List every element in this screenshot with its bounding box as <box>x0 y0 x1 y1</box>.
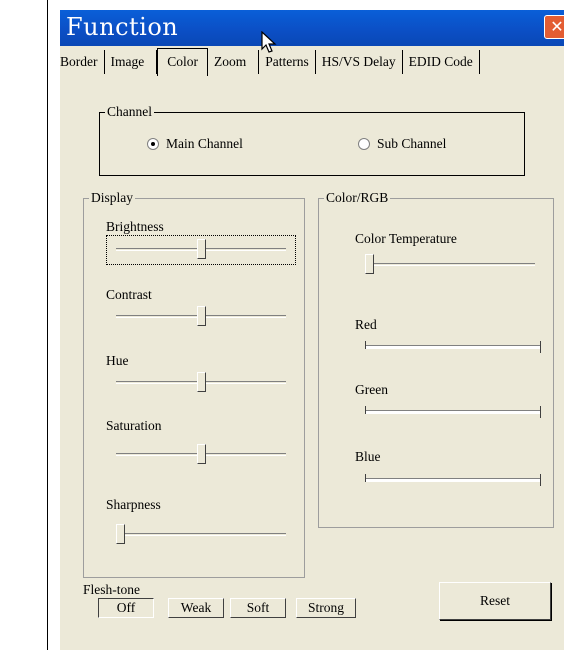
flesh-tone-strong-button[interactable]: Strong <box>296 598 356 618</box>
tab-zoom[interactable]: Zoom <box>208 50 260 74</box>
tab-border[interactable]: Border <box>60 50 105 74</box>
slider-thumb[interactable] <box>197 372 206 392</box>
main-channel-label: Main Channel <box>166 136 243 151</box>
left-border-line <box>47 0 48 650</box>
tab-hs-vs-delay[interactable]: HS/VS Delay <box>316 50 403 74</box>
function-dialog: Function ✕ Border Image Color Zoom Patte… <box>60 10 564 650</box>
flesh-tone-soft-button[interactable]: Soft <box>230 598 286 618</box>
slider-track <box>365 263 535 266</box>
contrast-slider[interactable] <box>116 306 286 328</box>
flesh-tone-off-button[interactable]: Off <box>98 598 154 618</box>
tab-edid-code[interactable]: EDID Code <box>403 50 480 74</box>
sharpness-label: Sharpness <box>106 497 161 512</box>
tab-image[interactable]: Image <box>105 50 158 74</box>
slider-thumb[interactable] <box>197 306 206 326</box>
main-channel-radio[interactable]: Main Channel <box>147 136 243 152</box>
blue-label: Blue <box>355 449 381 464</box>
green-label: Green <box>355 382 388 397</box>
sub-channel-radio[interactable]: Sub Channel <box>358 136 446 152</box>
close-button[interactable]: ✕ <box>544 15 564 39</box>
radio-unchecked-icon <box>358 138 370 150</box>
slider-track <box>116 533 286 536</box>
red-slider[interactable] <box>365 336 541 358</box>
brightness-slider[interactable] <box>116 239 286 261</box>
flesh-tone-weak-button[interactable]: Weak <box>168 598 224 618</box>
channel-group: Channel Main Channel Sub Channel <box>99 104 525 176</box>
brightness-label: Brightness <box>106 219 164 234</box>
sub-channel-label: Sub Channel <box>377 136 447 151</box>
window-title: Function <box>66 13 179 41</box>
slider-track <box>365 478 541 482</box>
slider-thumb[interactable] <box>540 341 541 353</box>
color-temperature-label: Color Temperature <box>355 231 457 246</box>
channel-group-title: Channel <box>105 104 154 120</box>
slider-track <box>365 410 541 414</box>
mouse-pointer-icon <box>261 31 277 53</box>
tab-strip: Border Image Color Zoom Patterns HS/VS D… <box>60 48 564 76</box>
radio-checked-icon <box>147 138 159 150</box>
flesh-tone-label: Flesh-tone <box>83 582 140 597</box>
slider-min-tick <box>365 341 366 349</box>
color-rgb-group: Color/RGB Color Temperature Red Green Bl… <box>318 190 554 528</box>
display-group: Display Brightness Contrast Hue Saturati… <box>83 190 305 578</box>
title-bar[interactable]: Function ✕ <box>60 10 564 46</box>
blue-slider[interactable] <box>365 469 541 491</box>
tab-color[interactable]: Color <box>157 48 208 76</box>
color-temperature-slider[interactable] <box>365 254 535 276</box>
slider-min-tick <box>365 406 366 414</box>
green-slider[interactable] <box>365 401 541 423</box>
hue-label: Hue <box>106 353 129 368</box>
red-label: Red <box>355 317 377 332</box>
sharpness-slider[interactable] <box>116 524 286 546</box>
display-group-title: Display <box>89 190 135 206</box>
slider-thumb[interactable] <box>540 406 541 418</box>
saturation-slider[interactable] <box>116 444 286 466</box>
close-icon: ✕ <box>550 17 564 36</box>
color-rgb-group-title: Color/RGB <box>324 190 391 206</box>
slider-thumb[interactable] <box>365 254 374 274</box>
contrast-label: Contrast <box>106 287 152 302</box>
slider-min-tick <box>365 474 366 482</box>
saturation-label: Saturation <box>106 418 162 433</box>
slider-thumb[interactable] <box>540 474 541 486</box>
slider-thumb[interactable] <box>116 524 125 544</box>
slider-thumb[interactable] <box>197 239 206 259</box>
slider-thumb[interactable] <box>197 444 206 464</box>
hue-slider[interactable] <box>116 372 286 394</box>
reset-button[interactable]: Reset <box>439 582 551 620</box>
slider-track <box>365 345 541 349</box>
